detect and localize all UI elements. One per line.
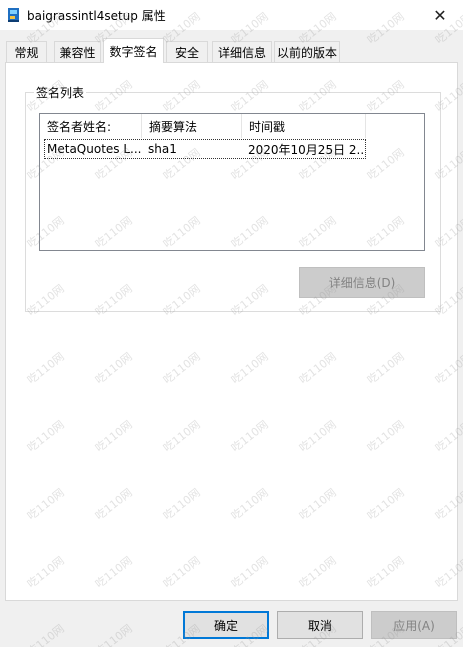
algorithm-cell: sha1 bbox=[148, 142, 177, 156]
tab-label: 安全 bbox=[174, 45, 199, 60]
close-icon: ✕ bbox=[433, 5, 447, 25]
column-header-label: 签名者姓名: bbox=[47, 119, 112, 134]
tab-label: 详细信息 bbox=[217, 45, 266, 60]
tab-strip: 常规 兼容性 数字签名 安全 详细信息 以前的版本 bbox=[6, 38, 457, 63]
ok-button-label: 确定 bbox=[213, 618, 238, 633]
cancel-button-label: 取消 bbox=[307, 618, 332, 633]
tab-panel: 签名列表 签名者姓名: 摘要算法 时间戳 MetaQuotes L... sha… bbox=[5, 62, 458, 601]
cancel-button[interactable]: 取消 bbox=[277, 611, 363, 639]
signature-list-group: 签名列表 签名者姓名: 摘要算法 时间戳 MetaQuotes L... sha… bbox=[25, 84, 441, 312]
close-button[interactable]: ✕ bbox=[417, 0, 463, 30]
timestamp-cell: 2020年10月25日 2... bbox=[248, 142, 365, 157]
tab-digital-signatures[interactable]: 数字签名 bbox=[103, 38, 164, 63]
column-header-label: 时间戳 bbox=[249, 119, 286, 134]
watermark-text: 吃110网 bbox=[92, 622, 135, 647]
tab-compatibility[interactable]: 兼容性 bbox=[54, 41, 101, 62]
signature-list[interactable]: 签名者姓名: 摘要算法 时间戳 MetaQuotes L... sha1 202… bbox=[39, 113, 425, 251]
signer-name-cell: MetaQuotes L... bbox=[47, 142, 141, 156]
tab-label: 兼容性 bbox=[59, 45, 96, 60]
tab-label: 常规 bbox=[14, 45, 39, 60]
window-title: baigrassintl4setup 属性 bbox=[27, 9, 166, 23]
tab-label: 数字签名 bbox=[109, 44, 158, 59]
column-header-algorithm[interactable]: 摘要算法 bbox=[142, 114, 242, 138]
column-header-timestamp[interactable]: 时间戳 bbox=[242, 114, 366, 138]
tab-previous-versions[interactable]: 以前的版本 bbox=[274, 41, 340, 62]
watermark-text: 吃110网 bbox=[24, 622, 67, 647]
tab-details[interactable]: 详细信息 bbox=[212, 41, 272, 62]
column-header-label: 摘要算法 bbox=[149, 119, 198, 134]
group-label: 签名列表 bbox=[34, 84, 87, 101]
list-header: 签名者姓名: 摘要算法 时间戳 bbox=[40, 114, 424, 138]
apply-button-label: 应用(A) bbox=[393, 618, 435, 633]
tab-security[interactable]: 安全 bbox=[166, 41, 208, 62]
tab-general[interactable]: 常规 bbox=[6, 41, 47, 62]
details-button-label: 详细信息(D) bbox=[328, 276, 396, 290]
apply-button[interactable]: 应用(A) bbox=[371, 611, 457, 639]
installer-app-icon bbox=[8, 8, 19, 22]
ok-button[interactable]: 确定 bbox=[183, 611, 269, 639]
title-bar: baigrassintl4setup 属性 ✕ bbox=[0, 0, 463, 30]
details-button[interactable]: 详细信息(D) bbox=[299, 267, 425, 298]
column-header-signer[interactable]: 签名者姓名: bbox=[40, 114, 142, 138]
list-item[interactable]: MetaQuotes L... sha1 2020年10月25日 2... bbox=[44, 139, 366, 159]
tab-label: 以前的版本 bbox=[276, 45, 337, 60]
